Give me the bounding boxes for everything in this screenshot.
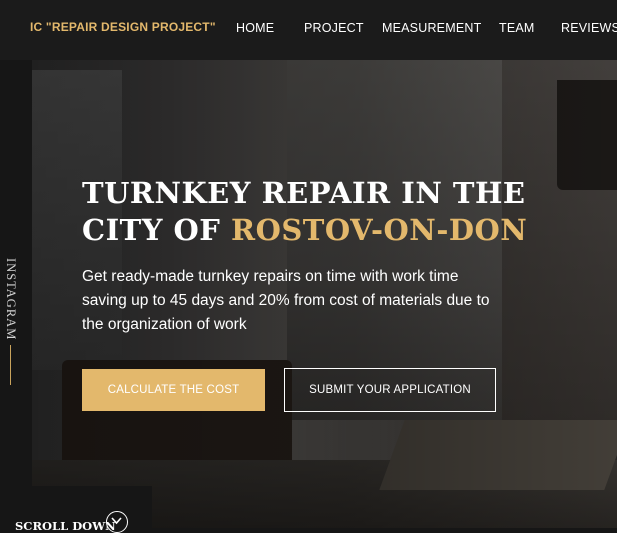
- nav-home[interactable]: HOME: [236, 21, 274, 35]
- hero-title-city: ROSTOV-ON-DON: [230, 213, 528, 247]
- instagram-link[interactable]: INSTAGRAM: [3, 258, 18, 340]
- hero-title-line2-prefix: CITY OF: [82, 213, 231, 247]
- chevron-down-icon[interactable]: [106, 511, 128, 533]
- nav-project[interactable]: PROJECT: [304, 21, 364, 35]
- nav-measurement[interactable]: MEASUREMENT: [382, 21, 481, 35]
- nav-team[interactable]: TEAM: [499, 21, 535, 35]
- calculate-cost-button[interactable]: CALCULATE THE COST: [82, 369, 265, 411]
- hero-subtitle: Get ready-made turnkey repairs on time w…: [82, 268, 490, 333]
- rail-divider-line: [10, 345, 11, 385]
- hero-title-line1: TURNKEY REPAIR IN THE: [82, 176, 526, 210]
- site-logo[interactable]: IC "REPAIR DESIGN PROJECT": [30, 20, 216, 34]
- scroll-down-label[interactable]: SCROLL DOWN: [15, 519, 116, 533]
- top-navigation-bar: IC "REPAIR DESIGN PROJECT" HOME PROJECT …: [0, 0, 617, 60]
- submit-application-button[interactable]: SUBMIT YOUR APPLICATION: [284, 368, 496, 412]
- hero-title: TURNKEY REPAIR IN THE CITY OF ROSTOV-ON-…: [82, 175, 562, 249]
- nav-reviews[interactable]: REVIEWS: [561, 21, 617, 35]
